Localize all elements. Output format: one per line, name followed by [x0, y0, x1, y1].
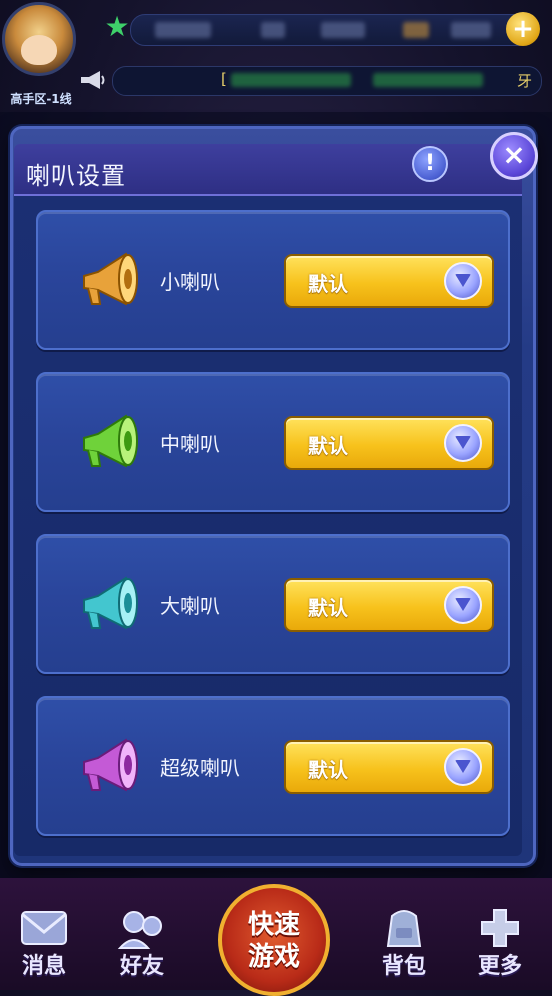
- nav-label: 背包: [381, 954, 426, 979]
- nav-label: 更多: [477, 954, 522, 979]
- friends-icon: [117, 911, 162, 949]
- dropdown-knob-icon[interactable]: [444, 262, 482, 300]
- dropdown-knob-icon[interactable]: [444, 424, 482, 462]
- horn-label: 小喇叭: [160, 270, 220, 294]
- plus-more-icon: [481, 909, 519, 947]
- toggle-value: 默认: [308, 434, 348, 458]
- server-area-label: 高手区-1线: [10, 92, 72, 106]
- player-stats-bar: [130, 14, 534, 46]
- horn-setting-row-medium: 中喇叭 默认: [36, 372, 510, 512]
- blurred-notice: [373, 73, 483, 87]
- loudspeaker-icon: [83, 576, 138, 630]
- nav-messages[interactable]: 消息: [4, 878, 84, 990]
- info-icon[interactable]: !: [412, 146, 448, 182]
- horn-default-toggle[interactable]: 默认: [284, 578, 494, 632]
- toggle-value: 默认: [308, 596, 348, 620]
- horn-setting-row-large: 大喇叭 默认: [36, 534, 510, 674]
- loudspeaker-icon[interactable]: [78, 68, 106, 92]
- close-icon[interactable]: ×: [490, 132, 538, 180]
- blurred-notice: [231, 73, 351, 87]
- loudspeaker-icon: [83, 738, 138, 792]
- nav-label: 消息: [21, 954, 66, 979]
- dialog-title: 喇叭设置: [26, 162, 126, 190]
- toggle-value: 默认: [308, 758, 348, 782]
- horn-setting-row-super: 超级喇叭 默认: [36, 696, 510, 836]
- horn-default-toggle[interactable]: 默认: [284, 740, 494, 794]
- blurred-stat: [261, 22, 285, 38]
- loudspeaker-icon: [83, 414, 138, 468]
- avatar[interactable]: [2, 2, 76, 76]
- blurred-stat: [321, 22, 365, 38]
- horn-label: 超级喇叭: [160, 756, 240, 780]
- quick-play-label-bottom: 游戏: [247, 942, 300, 972]
- horn-setting-row-small: 小喇叭 默认: [36, 210, 510, 350]
- nav-label: 好友: [119, 954, 164, 979]
- top-bar: 高手区-1线 ★ + [ 牙: [0, 0, 552, 112]
- notice-text-start: [: [221, 70, 227, 88]
- nav-friends[interactable]: 好友: [102, 878, 182, 990]
- dropdown-knob-icon[interactable]: [444, 748, 482, 786]
- horn-default-toggle[interactable]: 默认: [284, 254, 494, 308]
- dropdown-knob-icon[interactable]: [444, 586, 482, 624]
- nav-backpack[interactable]: 背包: [364, 878, 444, 990]
- horn-label: 中喇叭: [160, 432, 220, 456]
- envelope-icon: [21, 911, 67, 945]
- plus-icon[interactable]: +: [506, 12, 540, 46]
- blurred-stat: [155, 22, 211, 38]
- backpack-icon: [386, 910, 422, 947]
- player-avatar[interactable]: [0, 0, 80, 90]
- notice-ticker: [ 牙: [112, 66, 542, 96]
- quick-play-button[interactable]: 快速 游戏: [218, 884, 330, 996]
- horn-default-toggle[interactable]: 默认: [284, 416, 494, 470]
- star-icon: ★: [104, 10, 130, 43]
- loudspeaker-icon: [83, 252, 138, 306]
- blurred-stat: [403, 22, 429, 38]
- nav-more[interactable]: 更多: [460, 878, 540, 990]
- toggle-value: 默认: [308, 272, 348, 296]
- blurred-stat: [451, 22, 491, 38]
- horn-label: 大喇叭: [160, 594, 220, 618]
- notice-text-end: 牙: [517, 72, 533, 90]
